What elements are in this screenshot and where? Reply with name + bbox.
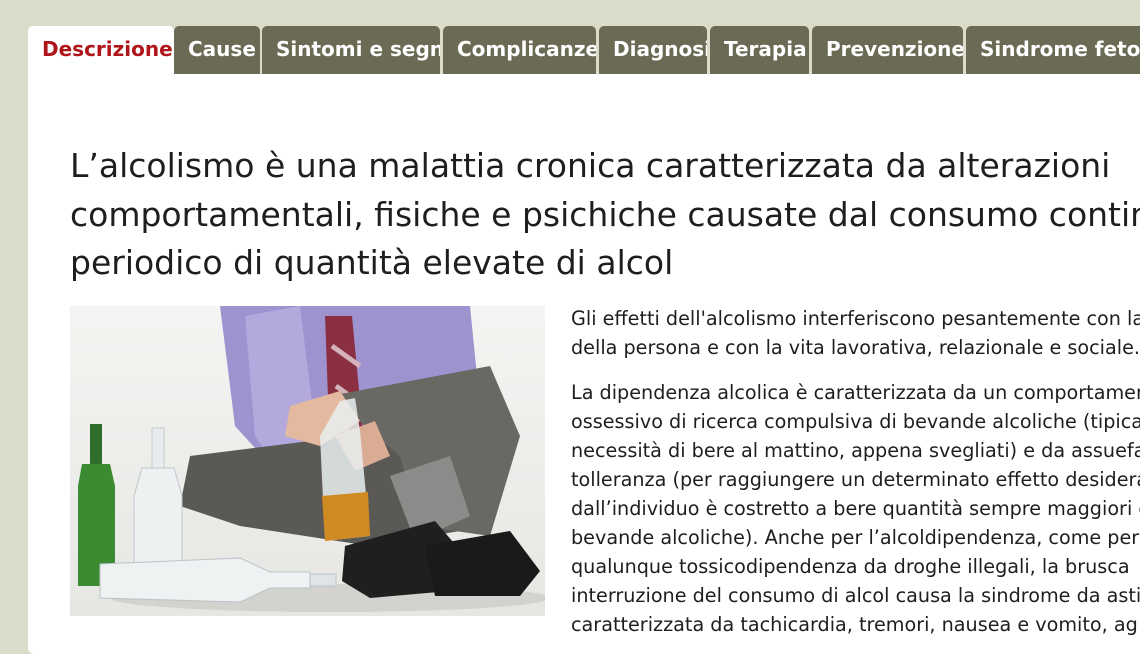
text-line: interruzione del consumo di alcol causa … <box>571 584 1140 607</box>
paragraph: Gli effetti dell'alcolismo interferiscon… <box>571 304 1140 362</box>
tab-cause[interactable]: Cause <box>174 26 260 74</box>
title-line: comportamentali, fisiche e psichiche cau… <box>70 194 1140 234</box>
content-panel: L’alcolismo è una malattia cronica carat… <box>28 74 1140 654</box>
drunk-man-with-bottles-illustration <box>78 306 545 612</box>
article-body: Gli effetti dell'alcolismo interferiscon… <box>571 304 1140 654</box>
text-line: La dipendenza alcolica è caratterizzata … <box>571 381 1140 404</box>
text-line: caratterizzata da tachicardia, tremori, … <box>571 613 1138 636</box>
tab-complicanze[interactable]: Complicanze <box>443 26 596 74</box>
article-photo <box>70 306 545 616</box>
text-line: dall’individuo è costretto a bere quanti… <box>571 497 1140 520</box>
page-title: L’alcolismo è una malattia cronica carat… <box>70 142 1140 288</box>
tab-sintomi-e-segni[interactable]: Sintomi e segni <box>262 26 440 74</box>
text-line: della persona e con la vita lavorativa, … <box>571 336 1140 359</box>
text-line: Gli effetti dell'alcolismo interferiscon… <box>571 307 1140 330</box>
tab-bar: Descrizione Cause Sintomi e segni Compli… <box>0 0 1140 76</box>
text-line: tolleranza (per raggiungere un determina… <box>571 468 1140 491</box>
paragraph: La dipendenza alcolica è caratterizzata … <box>571 378 1140 639</box>
tab-prevenzione[interactable]: Prevenzione <box>812 26 963 74</box>
tab-diagnosi[interactable]: Diagnosi <box>599 26 707 74</box>
text-line: necessità di bere al mattino, appena sve… <box>571 439 1140 462</box>
text-line: bevande alcoliche). Anche per l’alcoldip… <box>571 526 1140 549</box>
text-line: qualunque tossicodipendenza da droghe il… <box>571 555 1130 578</box>
tab-sindrome-feto-alcolica[interactable]: Sindrome feto-a <box>966 26 1140 74</box>
title-line: L’alcolismo è una malattia cronica carat… <box>70 146 1111 185</box>
tab-descrizione[interactable]: Descrizione <box>28 26 174 76</box>
title-line: periodico di quantità elevate di alcol <box>70 243 674 282</box>
tab-terapia[interactable]: Terapia <box>710 26 809 74</box>
text-line: ossessivo di ricerca compulsiva di bevan… <box>571 410 1140 433</box>
